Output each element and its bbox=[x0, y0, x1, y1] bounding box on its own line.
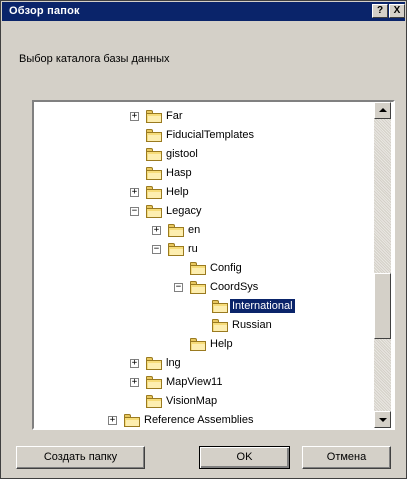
folder-open-icon bbox=[190, 281, 206, 294]
folder-icon bbox=[146, 376, 162, 389]
vertical-scrollbar[interactable] bbox=[374, 102, 391, 428]
title-bar[interactable]: Обзор папок ? X bbox=[2, 2, 405, 21]
folder-icon bbox=[146, 395, 162, 408]
tree-item-coordsys[interactable]: − CoordSys bbox=[34, 279, 372, 297]
collapse-button[interactable]: − bbox=[174, 283, 183, 292]
tree-item-international[interactable]: International bbox=[34, 298, 372, 316]
expand-button[interactable]: + bbox=[130, 378, 139, 387]
tree-item-reference-assemblies[interactable]: + Reference Assemblies bbox=[34, 412, 372, 428]
tree-item-lng[interactable]: + lng bbox=[34, 355, 372, 373]
tree-item-label: en bbox=[188, 224, 201, 236]
tree-item-en[interactable]: + en bbox=[34, 222, 372, 240]
folder-tree: + Far FiducialTemplates gistool Hasp + H… bbox=[32, 100, 395, 430]
folder-icon bbox=[212, 319, 228, 332]
scroll-up-button[interactable] bbox=[374, 102, 391, 119]
expand-button[interactable]: + bbox=[108, 416, 117, 425]
folder-open-icon bbox=[168, 243, 184, 256]
tree-item-visionmap[interactable]: VisionMap bbox=[34, 393, 372, 411]
folder-icon bbox=[190, 338, 206, 351]
folder-icon bbox=[146, 110, 162, 123]
tree-item-label: Help bbox=[210, 338, 233, 350]
tree-item-help[interactable]: + Help bbox=[34, 184, 372, 202]
folder-icon bbox=[146, 167, 162, 180]
tree-item-gistool[interactable]: gistool bbox=[34, 146, 372, 164]
collapse-button[interactable]: − bbox=[130, 207, 139, 216]
folder-icon bbox=[168, 224, 184, 237]
folder-icon bbox=[146, 148, 162, 161]
window-title: Обзор папок bbox=[9, 5, 80, 17]
tree-item-label: Russian bbox=[232, 319, 272, 331]
tree-item-label: VisionMap bbox=[166, 395, 218, 407]
tree-item-ru[interactable]: − ru bbox=[34, 241, 372, 259]
tree-item-label: Hasp bbox=[166, 167, 192, 179]
scroll-thumb[interactable] bbox=[374, 273, 391, 339]
prompt-text: Выбор каталога базы данных bbox=[19, 53, 170, 65]
folder-open-icon bbox=[146, 205, 162, 218]
expand-button[interactable]: + bbox=[130, 359, 139, 368]
ok-button[interactable]: OK bbox=[199, 446, 290, 469]
browse-folders-dialog: Обзор папок ? X Выбор каталога базы данн… bbox=[0, 0, 407, 479]
expand-button[interactable]: + bbox=[152, 226, 161, 235]
folder-icon bbox=[146, 357, 162, 370]
expand-button[interactable]: + bbox=[130, 112, 139, 121]
folder-icon bbox=[146, 186, 162, 199]
tree-item-label: Reference Assemblies bbox=[144, 414, 254, 426]
tree-item-hasp[interactable]: Hasp bbox=[34, 165, 372, 183]
tree-item-label: Help bbox=[166, 186, 189, 198]
new-folder-button[interactable]: Создать папку bbox=[16, 446, 145, 469]
tree-item-label: Far bbox=[166, 110, 183, 122]
folder-icon bbox=[124, 414, 140, 427]
close-button[interactable]: X bbox=[389, 4, 405, 18]
folder-icon bbox=[146, 129, 162, 142]
tree-item-label: FiducialTemplates bbox=[166, 129, 255, 141]
cancel-button[interactable]: Отмена bbox=[302, 446, 391, 469]
arrow-up-icon bbox=[379, 108, 387, 112]
tree-item-label: gistool bbox=[166, 148, 198, 160]
tree-item-mapview11[interactable]: + MapView11 bbox=[34, 374, 372, 392]
tree-item-label: ru bbox=[188, 243, 198, 255]
expand-button[interactable]: + bbox=[130, 188, 139, 197]
folder-icon bbox=[190, 262, 206, 275]
tree-item-label: Legacy bbox=[166, 205, 202, 217]
scroll-down-button[interactable] bbox=[374, 411, 391, 428]
help-button[interactable]: ? bbox=[372, 4, 388, 18]
tree-item-label: CoordSys bbox=[210, 281, 259, 293]
tree-item-label: lng bbox=[166, 357, 181, 369]
arrow-down-icon bbox=[379, 418, 387, 422]
tree-item-russian[interactable]: Russian bbox=[34, 317, 372, 335]
collapse-button[interactable]: − bbox=[152, 245, 161, 254]
tree-item-legacy[interactable]: − Legacy bbox=[34, 203, 372, 221]
folder-tree-view: + Far FiducialTemplates gistool Hasp + H… bbox=[34, 102, 372, 428]
tree-item-help-ru[interactable]: Help bbox=[34, 336, 372, 354]
tree-item-far[interactable]: + Far bbox=[34, 108, 372, 126]
tree-item-label: MapView11 bbox=[166, 376, 223, 388]
tree-item-label: Config bbox=[210, 262, 242, 274]
tree-item-config[interactable]: Config bbox=[34, 260, 372, 278]
tree-item-label-selected: International bbox=[229, 298, 296, 314]
folder-open-icon bbox=[212, 300, 228, 313]
tree-item-fiducialtemplates[interactable]: FiducialTemplates bbox=[34, 127, 372, 145]
